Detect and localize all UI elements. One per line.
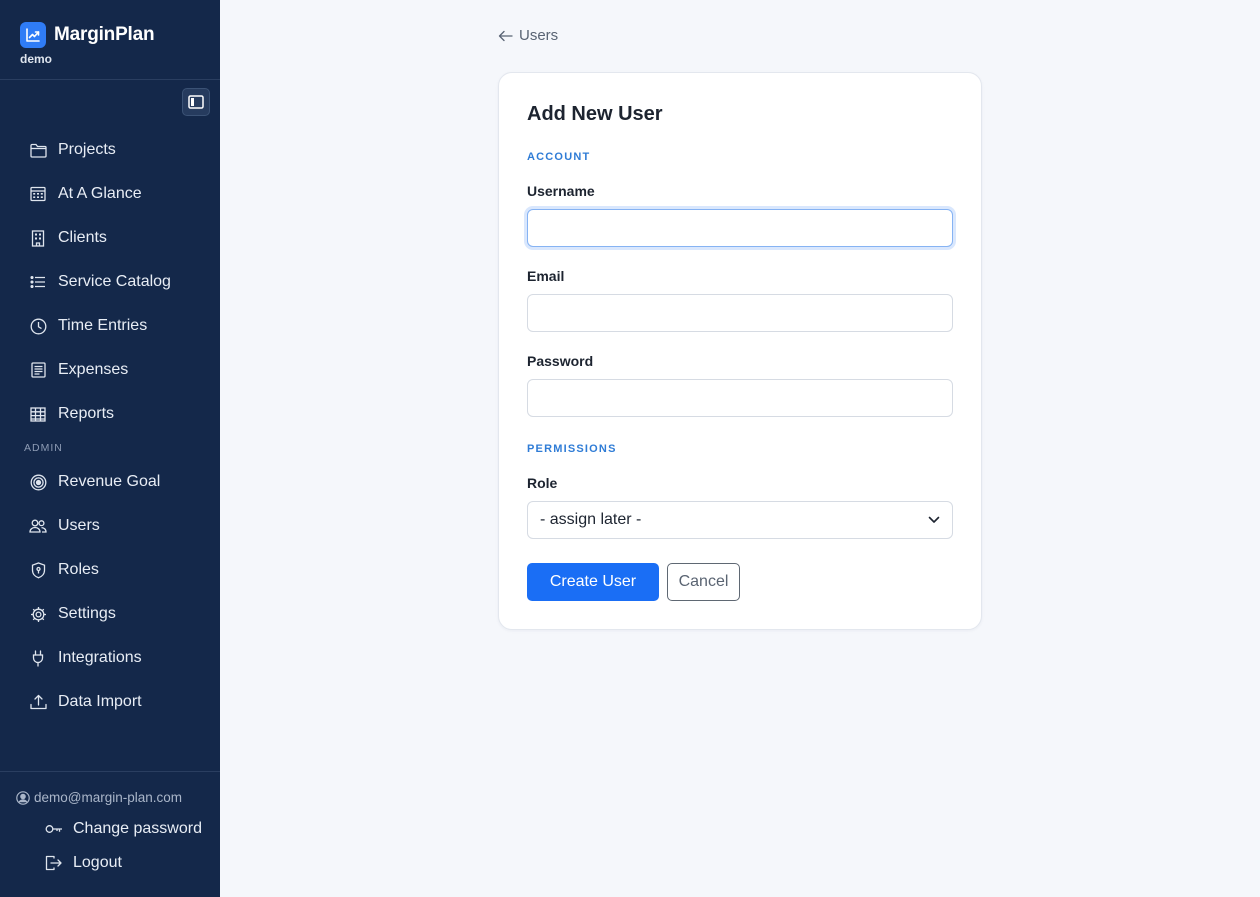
sidebar-item-roles[interactable]: Roles — [0, 548, 220, 592]
email-input[interactable] — [527, 294, 953, 332]
account-email: demo@margin-plan.com — [16, 790, 182, 805]
sidebar-item-label: Users — [58, 517, 100, 534]
sidebar-item-label: Integrations — [58, 649, 142, 666]
sidebar-item-users[interactable]: Users — [0, 504, 220, 548]
back-to-users-link[interactable]: Users — [498, 27, 558, 44]
page-title: Add New User — [527, 103, 663, 125]
table-icon — [29, 405, 47, 423]
change-password-link[interactable]: Change password — [45, 820, 202, 838]
sidebar-item-at-a-glance[interactable]: At A Glance — [0, 172, 220, 216]
username-input[interactable] — [527, 209, 953, 247]
sidebar: MarginPlan demo Projects At A Glance Cli… — [0, 0, 220, 897]
permissions-section-label: PERMISSIONS — [527, 443, 617, 455]
sidebar-item-label: Roles — [58, 561, 99, 578]
key-icon — [45, 824, 63, 834]
target-icon — [29, 473, 47, 491]
password-input[interactable] — [527, 379, 953, 417]
receipt-icon — [29, 361, 47, 379]
gear-icon — [29, 605, 47, 623]
sidebar-item-label: Expenses — [58, 361, 129, 378]
divider — [0, 771, 220, 772]
sidebar-item-projects[interactable]: Projects — [0, 128, 220, 172]
brand[interactable]: MarginPlan demo — [20, 22, 155, 66]
change-password-label: Change password — [73, 820, 202, 837]
create-user-button[interactable]: Create User — [527, 563, 659, 601]
clock-icon — [29, 317, 47, 335]
sidebar-item-label: Projects — [58, 141, 116, 158]
sidebar-item-reports[interactable]: Reports — [0, 392, 220, 436]
arrow-left-icon — [498, 30, 513, 42]
sidebar-item-label: Time Entries — [58, 317, 148, 334]
sidebar-toggle-button[interactable] — [182, 88, 210, 116]
sidebar-item-clients[interactable]: Clients — [0, 216, 220, 260]
sidebar-item-data-import[interactable]: Data Import — [0, 680, 220, 724]
folder-icon — [29, 141, 47, 159]
admin-section-label: ADMIN — [24, 442, 63, 454]
chart-up-icon — [20, 22, 46, 48]
sidebar-item-revenue-goal[interactable]: Revenue Goal — [0, 460, 220, 504]
plug-icon — [29, 649, 47, 667]
back-link-label: Users — [519, 27, 559, 44]
sidebar-item-label: Service Catalog — [58, 273, 171, 290]
account-section-label: ACCOUNT — [527, 151, 591, 163]
password-label: Password — [527, 353, 594, 369]
users-icon — [29, 517, 47, 535]
divider — [0, 79, 220, 80]
add-user-card: Add New User ACCOUNT Username Email Pass… — [498, 72, 982, 630]
sidebar-item-label: Reports — [58, 405, 115, 422]
upload-icon — [29, 693, 47, 711]
logout-icon — [45, 855, 63, 871]
shield-icon — [29, 561, 47, 579]
sidebar-nav: Projects At A Glance Clients Service Cat… — [0, 128, 220, 724]
sidebar-item-label: Data Import — [58, 693, 142, 710]
account-email-text: demo@margin-plan.com — [34, 790, 183, 805]
brand-name: MarginPlan — [54, 24, 155, 45]
workspace-name: demo — [20, 52, 53, 66]
sidebar-item-settings[interactable]: Settings — [0, 592, 220, 636]
sidebar-item-time-entries[interactable]: Time Entries — [0, 304, 220, 348]
role-selected-value: - assign later - — [540, 511, 642, 528]
logout-link[interactable]: Logout — [45, 854, 122, 872]
calendar-grid-icon — [29, 185, 47, 203]
sidebar-item-integrations[interactable]: Integrations — [0, 636, 220, 680]
sidebar-item-label: At A Glance — [58, 185, 142, 202]
cancel-button[interactable]: Cancel — [667, 563, 740, 601]
sidebar-toggle-icon — [188, 95, 204, 109]
chevron-down-icon — [928, 511, 940, 529]
list-icon — [29, 273, 47, 291]
user-circle-icon — [16, 790, 30, 805]
sidebar-item-service-catalog[interactable]: Service Catalog — [0, 260, 220, 304]
sidebar-item-label: Revenue Goal — [58, 473, 161, 490]
role-label: Role — [527, 475, 558, 491]
username-label: Username — [527, 183, 595, 199]
sidebar-item-label: Clients — [58, 229, 107, 246]
sidebar-item-label: Settings — [58, 605, 116, 622]
building-icon — [29, 229, 47, 247]
sidebar-item-expenses[interactable]: Expenses — [0, 348, 220, 392]
logout-label: Logout — [73, 854, 122, 871]
email-label: Email — [527, 268, 565, 284]
role-select[interactable]: - assign later - — [527, 501, 953, 539]
